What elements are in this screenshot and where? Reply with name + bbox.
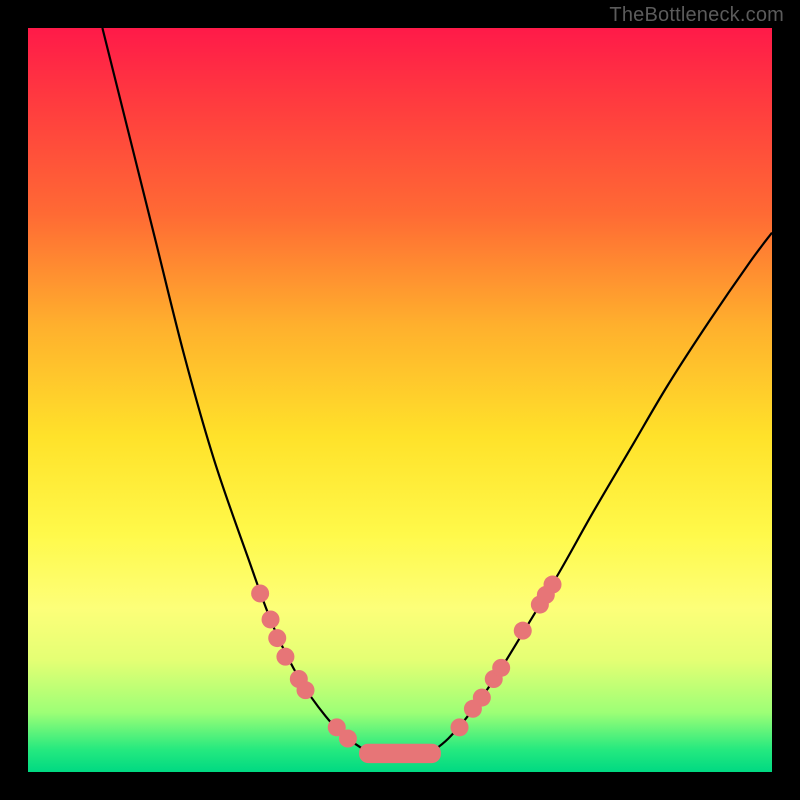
data-dot	[492, 659, 510, 677]
curve-right-arm	[430, 233, 772, 754]
data-dot	[339, 730, 357, 748]
valley-bar	[359, 744, 441, 763]
curve-left-arm	[102, 28, 370, 753]
data-dot	[262, 610, 280, 628]
data-dot	[297, 681, 315, 699]
dots-right-group	[451, 576, 562, 737]
curve-layer	[28, 28, 772, 772]
data-dot	[251, 584, 269, 602]
data-dot	[268, 629, 286, 647]
watermark-text: TheBottleneck.com	[609, 4, 784, 27]
plot-area	[28, 28, 772, 772]
data-dot	[451, 718, 469, 736]
data-dot	[514, 622, 532, 640]
chart-root: TheBottleneck.com	[0, 0, 800, 800]
data-dot	[544, 576, 562, 594]
data-dot	[276, 648, 294, 666]
data-dot	[473, 689, 491, 707]
